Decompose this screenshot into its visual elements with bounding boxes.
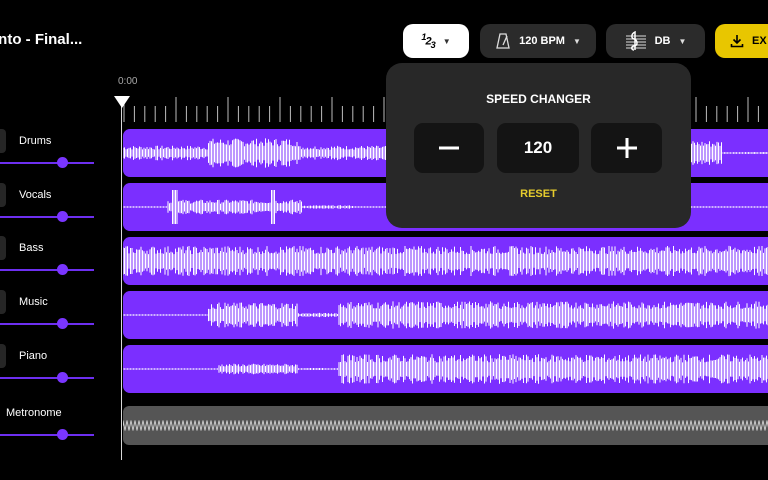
waveform-lane-music[interactable]	[123, 291, 768, 339]
chevron-down-icon: ▼	[442, 36, 451, 46]
track-control-music: Music	[0, 290, 100, 330]
plus-icon	[616, 138, 637, 158]
track-control-drums: Drums	[0, 129, 100, 169]
track-name: Piano	[19, 350, 48, 362]
track-name: Drums	[19, 135, 52, 147]
chevron-down-icon: ▼	[678, 36, 687, 46]
time-signature-icon: 123	[421, 32, 435, 50]
volume-slider-knob[interactable]	[57, 429, 68, 440]
waveform	[123, 245, 768, 277]
waveform-lane-bass[interactable]	[123, 237, 768, 285]
time-signature-dropdown[interactable]: 123 ▼	[403, 24, 469, 58]
metronome-icon	[496, 33, 510, 49]
track-name: Bass	[19, 242, 44, 254]
volume-slider[interactable]	[0, 377, 94, 379]
bpm-label: 120 BPM	[519, 35, 565, 47]
waveform-lane-piano[interactable]	[123, 345, 768, 393]
volume-slider[interactable]	[0, 269, 94, 271]
volume-slider-knob[interactable]	[57, 318, 68, 329]
track-control-vocals: Vocals	[0, 183, 100, 223]
waveform-lane-metronome[interactable]	[123, 406, 768, 445]
volume-slider-knob[interactable]	[57, 264, 68, 275]
volume-slider-knob[interactable]	[57, 372, 68, 383]
track-name: Vocals	[19, 189, 52, 201]
track-handle[interactable]	[0, 129, 6, 153]
export-label: EX	[752, 35, 767, 47]
track-handle[interactable]	[0, 183, 6, 207]
track-handle[interactable]	[0, 290, 6, 314]
decrease-speed-button[interactable]	[414, 123, 484, 173]
speed-value[interactable]: 120	[497, 123, 579, 173]
speed-changer-title: SPEED CHANGER	[486, 92, 591, 106]
waveform	[123, 301, 768, 329]
volume-slider[interactable]	[0, 434, 94, 436]
track-handle[interactable]	[0, 344, 6, 368]
volume-slider-knob[interactable]	[57, 211, 68, 222]
chevron-down-icon: ▼	[572, 36, 581, 46]
reset-speed-button[interactable]: RESET	[386, 188, 691, 200]
key-label: DB	[654, 35, 671, 47]
bpm-dropdown[interactable]: 120 BPM ▼	[480, 24, 596, 58]
track-handle[interactable]	[0, 236, 6, 260]
playhead-handle[interactable]	[114, 96, 130, 108]
increase-speed-button[interactable]	[591, 123, 662, 173]
export-button[interactable]: EX	[715, 24, 768, 58]
track-control-piano: Piano	[0, 344, 100, 384]
project-title: into - Final...	[0, 31, 83, 48]
download-icon	[730, 35, 744, 48]
treble-clef-icon	[625, 31, 646, 51]
waveform	[123, 420, 768, 431]
volume-slider[interactable]	[0, 323, 94, 325]
track-name: Music	[19, 296, 48, 308]
timeline-start-time: 0:00	[118, 76, 138, 87]
track-control-metronome: Metronome	[0, 401, 100, 441]
volume-slider[interactable]	[0, 162, 94, 164]
playhead-line	[121, 100, 122, 460]
speed-changer-popover: SPEED CHANGER 120 RESET	[386, 63, 691, 228]
volume-slider[interactable]	[0, 216, 94, 218]
track-name: Metronome	[6, 407, 62, 419]
volume-slider-knob[interactable]	[57, 157, 68, 168]
track-control-bass: Bass	[0, 236, 100, 276]
waveform	[123, 354, 768, 384]
key-dropdown[interactable]: DB ▼	[606, 24, 705, 58]
minus-icon	[439, 146, 459, 150]
